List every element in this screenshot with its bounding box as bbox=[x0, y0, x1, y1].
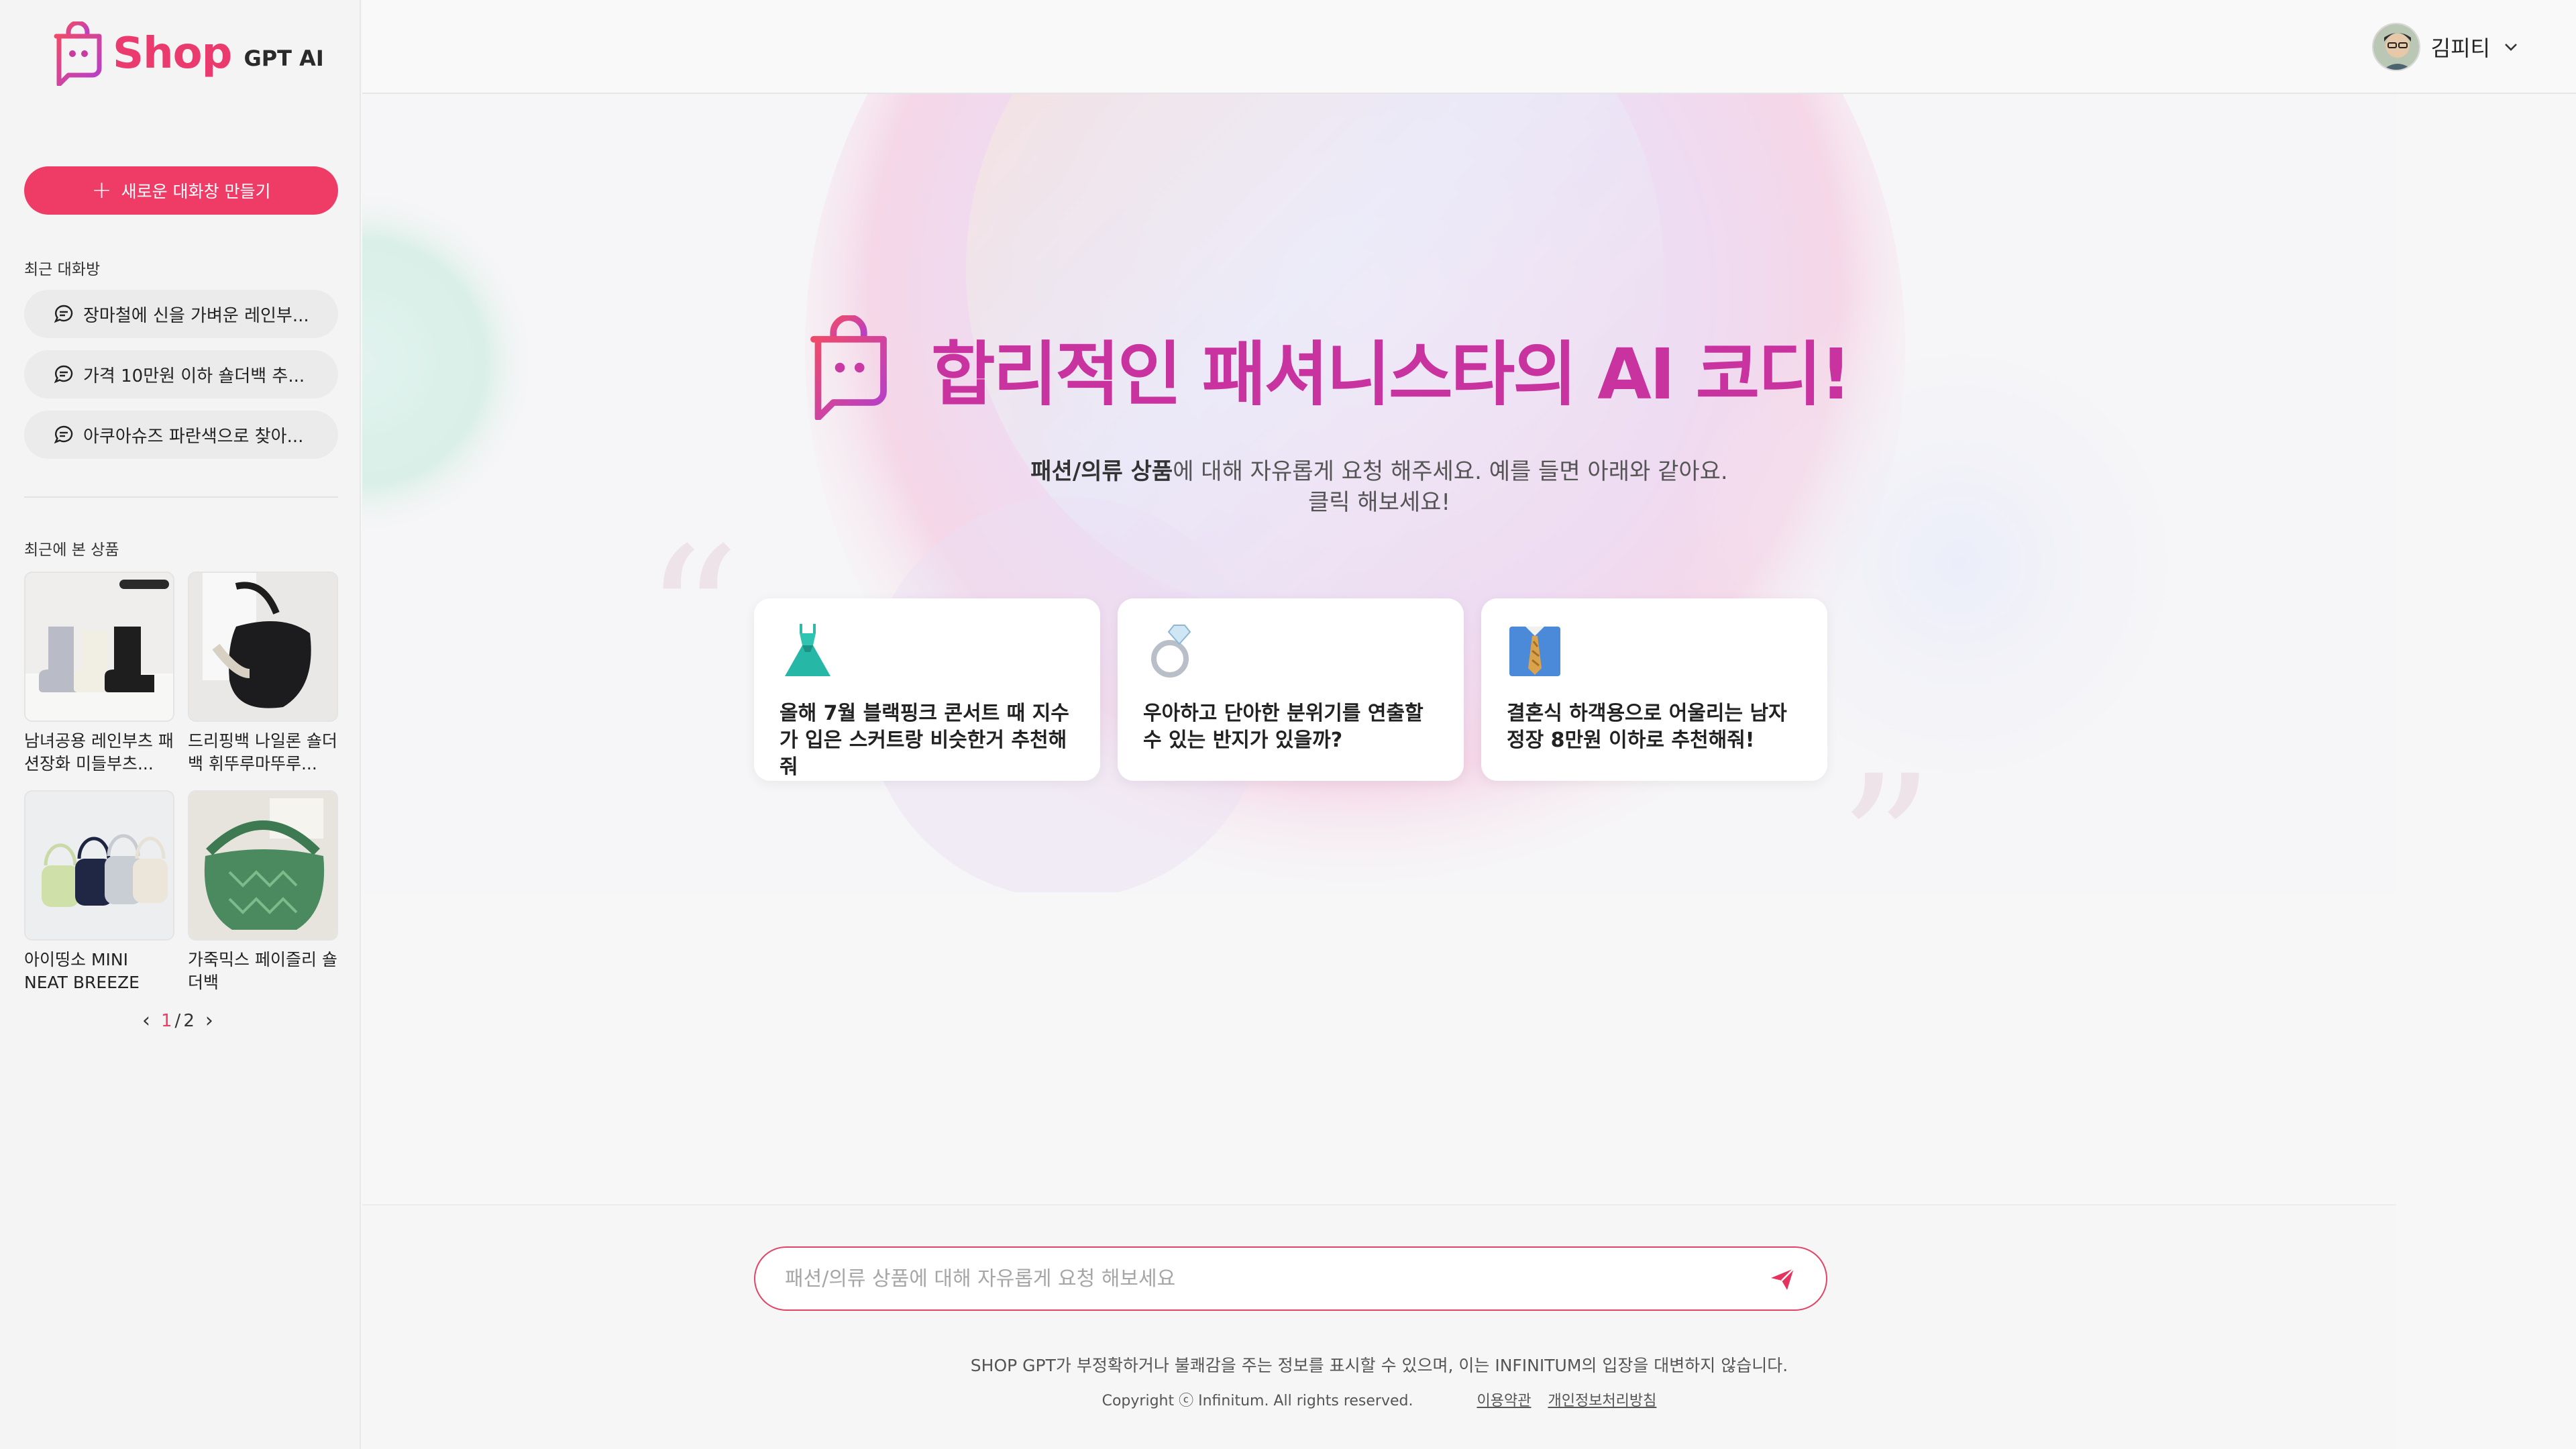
main-area: “ ” 합리적인 패셔니스타의 AI 코디! 패션/의류 상품에 대해 자유롭게… bbox=[362, 94, 2576, 1449]
new-chat-label: 새로운 대화창 만들기 bbox=[121, 182, 271, 201]
close-quote-decoration: ” bbox=[1838, 736, 1935, 955]
recent-chat-item[interactable]: 장마철에 신을 가벼운 레인부... bbox=[24, 290, 338, 338]
user-menu[interactable]: 김피티 bbox=[2371, 23, 2520, 71]
dress-icon bbox=[785, 624, 830, 676]
recent-chat-item[interactable]: 아쿠아슈즈 파란색으로 찾아... bbox=[24, 411, 338, 459]
recent-chat-label: 아쿠아슈즈 파란색으로 찾아... bbox=[83, 426, 304, 447]
product-name: 드리핑백 나일론 숄더백 휘뚜루마뚜루... bbox=[188, 731, 337, 773]
recent-product-card[interactable]: 가죽믹스 페이즐리 숄더백 bbox=[188, 790, 338, 994]
terms-link[interactable]: 이용약관 bbox=[1477, 1393, 1532, 1409]
product-name: 아이띵소 MINI NEAT BREEZE 미... bbox=[24, 950, 140, 992]
product-thumbnail-paisley-bag[interactable] bbox=[188, 790, 338, 941]
avatar bbox=[2371, 23, 2420, 71]
chat-input[interactable] bbox=[785, 1267, 1768, 1291]
sidebar: Shop GPT AI + 새로운 대화창 만들기 최근 대화방 장마철에 신을… bbox=[0, 0, 361, 1449]
product-name: 남녀공용 레인부츠 패션장화 미들부츠... bbox=[24, 731, 174, 773]
recent-chat-label: 장마철에 신을 가벼운 레인부... bbox=[83, 305, 309, 326]
plus-icon: + bbox=[91, 176, 112, 204]
logo[interactable]: Shop GPT AI bbox=[51, 21, 324, 86]
pager-current: 1 bbox=[161, 1010, 172, 1031]
chat-bubble-icon bbox=[54, 425, 73, 444]
open-quote-decoration: “ bbox=[644, 508, 741, 727]
new-chat-button[interactable]: + 새로운 대화창 만들기 bbox=[24, 166, 338, 215]
privacy-link[interactable]: 개인정보처리방침 bbox=[1548, 1393, 1656, 1409]
pager-separator: / bbox=[174, 1010, 181, 1031]
product-pager: ‹ 1 / 2 › bbox=[131, 1009, 224, 1032]
chat-bubble-icon bbox=[54, 305, 73, 323]
subtitle-line2: 클릭 해보세요! bbox=[1307, 489, 1451, 516]
pager-total: 2 bbox=[183, 1010, 195, 1031]
suggestion-text: 우아하고 단아한 분위기를 연출할 수 있는 반지가 있을까? bbox=[1143, 702, 1424, 752]
recent-products-heading: 최근에 본 상품 bbox=[24, 541, 119, 559]
recent-chats-heading: 최근 대화방 bbox=[24, 261, 101, 278]
chat-input-box bbox=[754, 1246, 1827, 1311]
ring-icon bbox=[1151, 625, 1191, 678]
suggestion-text: 결혼식 하객용으로 어울리는 남자 정장 8만원 이하로 추천해줘! bbox=[1507, 702, 1787, 752]
product-thumbnail-nylon-bag[interactable] bbox=[188, 572, 338, 722]
chevron-left-icon[interactable]: ‹ bbox=[131, 1009, 161, 1032]
recent-product-card[interactable]: 드리핑백 나일론 숄더백 휘뚜루마뚜루... bbox=[188, 572, 338, 775]
suggestion-card[interactable]: 올해 7월 블랙핑크 콘서트 때 지수가 입은 스커트랑 비슷한거 추천해줘 bbox=[754, 598, 1100, 781]
recent-chat-label: 가격 10만원 이하 숄더백 추... bbox=[83, 366, 305, 386]
disclaimer-text: SHOP GPT가 부정확하거나 불쾌감을 주는 정보를 표시할 수 있으며, … bbox=[970, 1356, 1788, 1375]
hero-title: 합리적인 패셔니스타의 AI 코디! bbox=[931, 333, 1851, 415]
logo-shop-text: Shop bbox=[113, 29, 232, 78]
user-name: 김피티 bbox=[2430, 36, 2490, 61]
logo-sub-text: GPT AI bbox=[244, 46, 324, 71]
input-zone bbox=[362, 1204, 2396, 1449]
chat-bubble-icon bbox=[54, 365, 73, 384]
sidebar-divider bbox=[24, 496, 338, 498]
send-icon[interactable] bbox=[1768, 1265, 1796, 1293]
chevron-right-icon[interactable]: › bbox=[195, 1009, 224, 1032]
shop-bag-logo-icon bbox=[54, 21, 102, 86]
suggestion-text: 올해 7월 블랙핑크 콘서트 때 지수가 입은 스커트랑 비슷한거 추천해줘 bbox=[780, 702, 1069, 779]
hero-subtitle: 패션/의류 상품에 대해 자유롭게 요청 해주세요. 예를 들면 아래와 같아요… bbox=[362, 456, 2396, 518]
recent-product-card[interactable]: 남녀공용 레인부츠 패션장화 미들부츠... bbox=[24, 572, 174, 775]
recent-product-card[interactable]: 아이띵소 MINI NEAT BREEZE 미... bbox=[24, 790, 174, 994]
chevron-down-icon bbox=[2505, 44, 2517, 51]
shirt-tie-icon bbox=[1509, 627, 1560, 676]
subtitle-rest: 에 대해 자유롭게 요청 해주세요. 예를 들면 아래와 같아요. bbox=[1173, 458, 1728, 485]
subtitle-bold: 패션/의류 상품 bbox=[1030, 458, 1173, 485]
copyright-text: Copyright ⓒ Infinitum. All rights reserv… bbox=[1102, 1393, 1413, 1409]
shop-bag-logo-icon bbox=[810, 315, 887, 420]
footer: Copyright ⓒ Infinitum. All rights reserv… bbox=[362, 1389, 2396, 1410]
product-thumbnail-boots[interactable] bbox=[24, 572, 174, 722]
suggestion-card[interactable]: 결혼식 하객용으로 어울리는 남자 정장 8만원 이하로 추천해줘! bbox=[1481, 598, 1827, 781]
recent-chat-item[interactable]: 가격 10만원 이하 숄더백 추... bbox=[24, 350, 338, 398]
top-bar: 김피티 bbox=[362, 0, 2576, 94]
product-thumbnail-mini-bags[interactable] bbox=[24, 790, 174, 941]
product-name: 가죽믹스 페이즐리 숄더백 bbox=[188, 950, 337, 992]
suggestion-card[interactable]: 우아하고 단아한 분위기를 연출할 수 있는 반지가 있을까? bbox=[1118, 598, 1464, 781]
hero-headline: 합리적인 패셔니스타의 AI 코디! bbox=[805, 315, 1851, 420]
